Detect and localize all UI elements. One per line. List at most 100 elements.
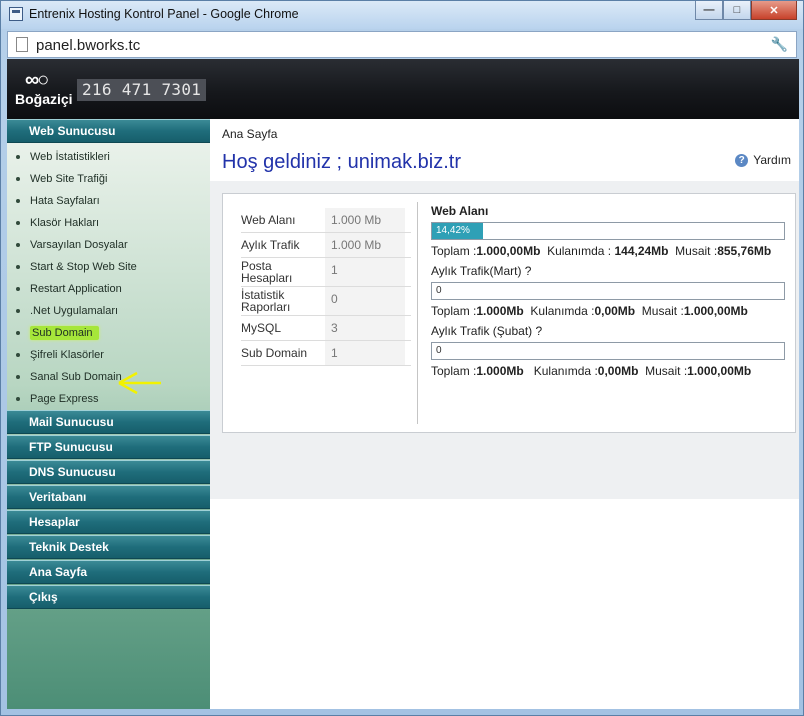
subat-traffic-value: 0	[436, 345, 442, 356]
stat-label: Aylık Trafik	[241, 238, 300, 252]
sidebar-item[interactable]: .Net Uygulamaları	[7, 300, 210, 322]
sidebar-item-label: Sanal Sub Domain	[30, 371, 122, 383]
maximize-button[interactable]: □	[723, 1, 751, 20]
sidebar-item-label: Restart Application	[30, 283, 122, 295]
sidebar-section[interactable]: FTP Sunucusu	[7, 435, 210, 459]
web-used: 144,24Mb	[614, 244, 669, 258]
main-content: Ana Sayfa Hoş geldiniz ; unimak.biz.tr ?…	[210, 119, 799, 709]
sidebar-item[interactable]: Sanal Sub Domain	[7, 366, 210, 388]
bullet-icon	[16, 375, 20, 379]
sidebar-item[interactable]: Web Site Trafiği	[7, 168, 210, 190]
subat-total-label: Toplam :	[431, 364, 477, 378]
sidebar-item[interactable]: Start & Stop Web Site	[7, 256, 210, 278]
page-viewport: ∞○ Boğaziçi 216 471 7301 Web Sunucusu We…	[7, 59, 799, 709]
stat-value: 1	[325, 341, 405, 365]
sidebar-section[interactable]: Hesaplar	[7, 510, 210, 534]
stat-value: 0	[325, 287, 405, 315]
stat-row: Web Alanı 1.000 Mb	[241, 208, 411, 233]
web-used-label: Kulanımda :	[547, 244, 612, 258]
sidebar-section[interactable]: Çıkış	[7, 585, 210, 609]
sidebar-item-label: Klasör Hakları	[30, 217, 100, 229]
sidebar-item[interactable]: Restart Application	[7, 278, 210, 300]
help-link[interactable]: ? Yardım	[735, 153, 791, 167]
title-bar: Entrenix Hosting Kontrol Panel - Google …	[1, 1, 803, 29]
stat-label: MySQL	[241, 321, 282, 335]
sidebar-item[interactable]: Sub Domain	[7, 322, 210, 344]
logo-text: Boğaziçi	[15, 91, 73, 107]
mart-total: 1.000Mb	[476, 304, 524, 318]
wrench-icon[interactable]: 🔧	[771, 36, 788, 53]
subat-free-label: Musait :	[645, 364, 688, 378]
stat-value: 3	[325, 316, 405, 340]
sidebar-section[interactable]: Teknik Destek	[7, 535, 210, 559]
sidebar: Web Sunucusu Web İstatistikleri Web Site …	[7, 119, 210, 709]
sidebar-section[interactable]: DNS Sunucusu	[7, 460, 210, 484]
bullet-icon	[16, 287, 20, 291]
mart-free: 1.000,00Mb	[683, 304, 748, 318]
page-icon	[16, 37, 28, 52]
sidebar-item[interactable]: Klasör Hakları	[7, 212, 210, 234]
browser-window: Entrenix Hosting Kontrol Panel - Google …	[0, 0, 804, 716]
sidebar-section[interactable]: Veritabanı	[7, 485, 210, 509]
web-usage-percent: 14,42%	[436, 225, 470, 236]
web-usage-bar: 14,42%	[431, 222, 785, 240]
sidebar-section-web[interactable]: Web Sunucusu	[7, 119, 210, 143]
mart-used-label: Kulanımda :	[530, 304, 595, 318]
bullet-icon	[16, 243, 20, 247]
sidebar-item[interactable]: Page Express	[7, 388, 210, 410]
bullet-icon	[16, 265, 20, 269]
sidebar-item[interactable]: Şifreli Klasörler	[7, 344, 210, 366]
sidebar-item-label: .Net Uygulamaları	[30, 305, 119, 317]
bullet-icon	[16, 397, 20, 401]
stat-label: Posta Hesapları	[241, 259, 293, 285]
web-free-label: Musait :	[675, 244, 718, 258]
url-text[interactable]: panel.bworks.tc	[36, 37, 140, 54]
subat-used: 0,00Mb	[597, 364, 639, 378]
mart-total-label: Toplam :	[431, 304, 477, 318]
stat-row: İstatistik Raporları 0	[241, 287, 411, 316]
stat-label: İstatistik Raporları	[241, 288, 291, 314]
mart-free-label: Musait :	[641, 304, 684, 318]
app-icon	[9, 7, 23, 21]
web-usage-title: Web Alanı	[431, 204, 489, 218]
sidebar-item-label: Şifreli Klasörler	[30, 349, 104, 361]
bullet-icon	[16, 199, 20, 203]
stat-row: Aylık Trafik 1.000 Mb	[241, 233, 411, 258]
sidebar-item-label: Varsayılan Dosyalar	[30, 239, 128, 251]
web-free: 855,76Mb	[717, 244, 772, 258]
site-header: ∞○ Boğaziçi 216 471 7301	[7, 59, 799, 119]
stat-value: 1	[325, 258, 405, 286]
close-button[interactable]: ✕	[751, 1, 797, 20]
subat-used-label: Kulanımda :	[533, 364, 598, 378]
sidebar-item-label: Web İstatistikleri	[30, 151, 110, 163]
usage-panel: Web Alanı 14,42% Toplam : 1.000,00Mb Kula…	[431, 204, 787, 378]
mart-traffic-value: 0	[436, 285, 442, 296]
stat-label: Sub Domain	[241, 346, 308, 360]
help-icon: ?	[735, 153, 749, 167]
divider	[417, 202, 418, 424]
stats-table: Web Alanı 1.000 Mb Aylık Trafik 1.000 Mb Pos…	[241, 208, 411, 366]
logo[interactable]: ∞○ Boğaziçi	[15, 69, 79, 111]
sidebar-item-label: Page Express	[30, 393, 99, 405]
mart-traffic-bar: 0	[431, 282, 785, 300]
content-band: Web Alanı 1.000 Mb Aylık Trafik 1.000 Mb Pos…	[210, 181, 799, 499]
address-bar[interactable]: panel.bworks.tc 🔧	[7, 31, 797, 58]
subat-free: 1.000,00Mb	[687, 364, 752, 378]
sidebar-item[interactable]: Hata Sayfaları	[7, 190, 210, 212]
bullet-icon	[16, 309, 20, 313]
web-total: 1.000,00Mb	[476, 244, 541, 258]
stat-value: 1.000 Mb	[325, 208, 405, 232]
sidebar-item[interactable]: Varsayılan Dosyalar	[7, 234, 210, 256]
bullet-icon	[16, 353, 20, 357]
window-title: Entrenix Hosting Kontrol Panel - Google …	[29, 7, 299, 21]
subat-total: 1.000Mb	[476, 364, 524, 378]
bullet-icon	[16, 221, 20, 225]
sidebar-item-label: Start & Stop Web Site	[30, 261, 137, 273]
web-submenu: Web İstatistikleri Web Site Trafiği Hata S…	[7, 144, 210, 410]
breadcrumb[interactable]: Ana Sayfa	[222, 127, 277, 141]
sidebar-section[interactable]: Ana Sayfa	[7, 560, 210, 584]
sidebar-section[interactable]: Mail Sunucusu	[7, 410, 210, 434]
summary-panel: Web Alanı 1.000 Mb Aylık Trafik 1.000 Mb Pos…	[222, 193, 796, 433]
sidebar-item[interactable]: Web İstatistikleri	[7, 146, 210, 168]
minimize-button[interactable]: —	[695, 1, 723, 20]
